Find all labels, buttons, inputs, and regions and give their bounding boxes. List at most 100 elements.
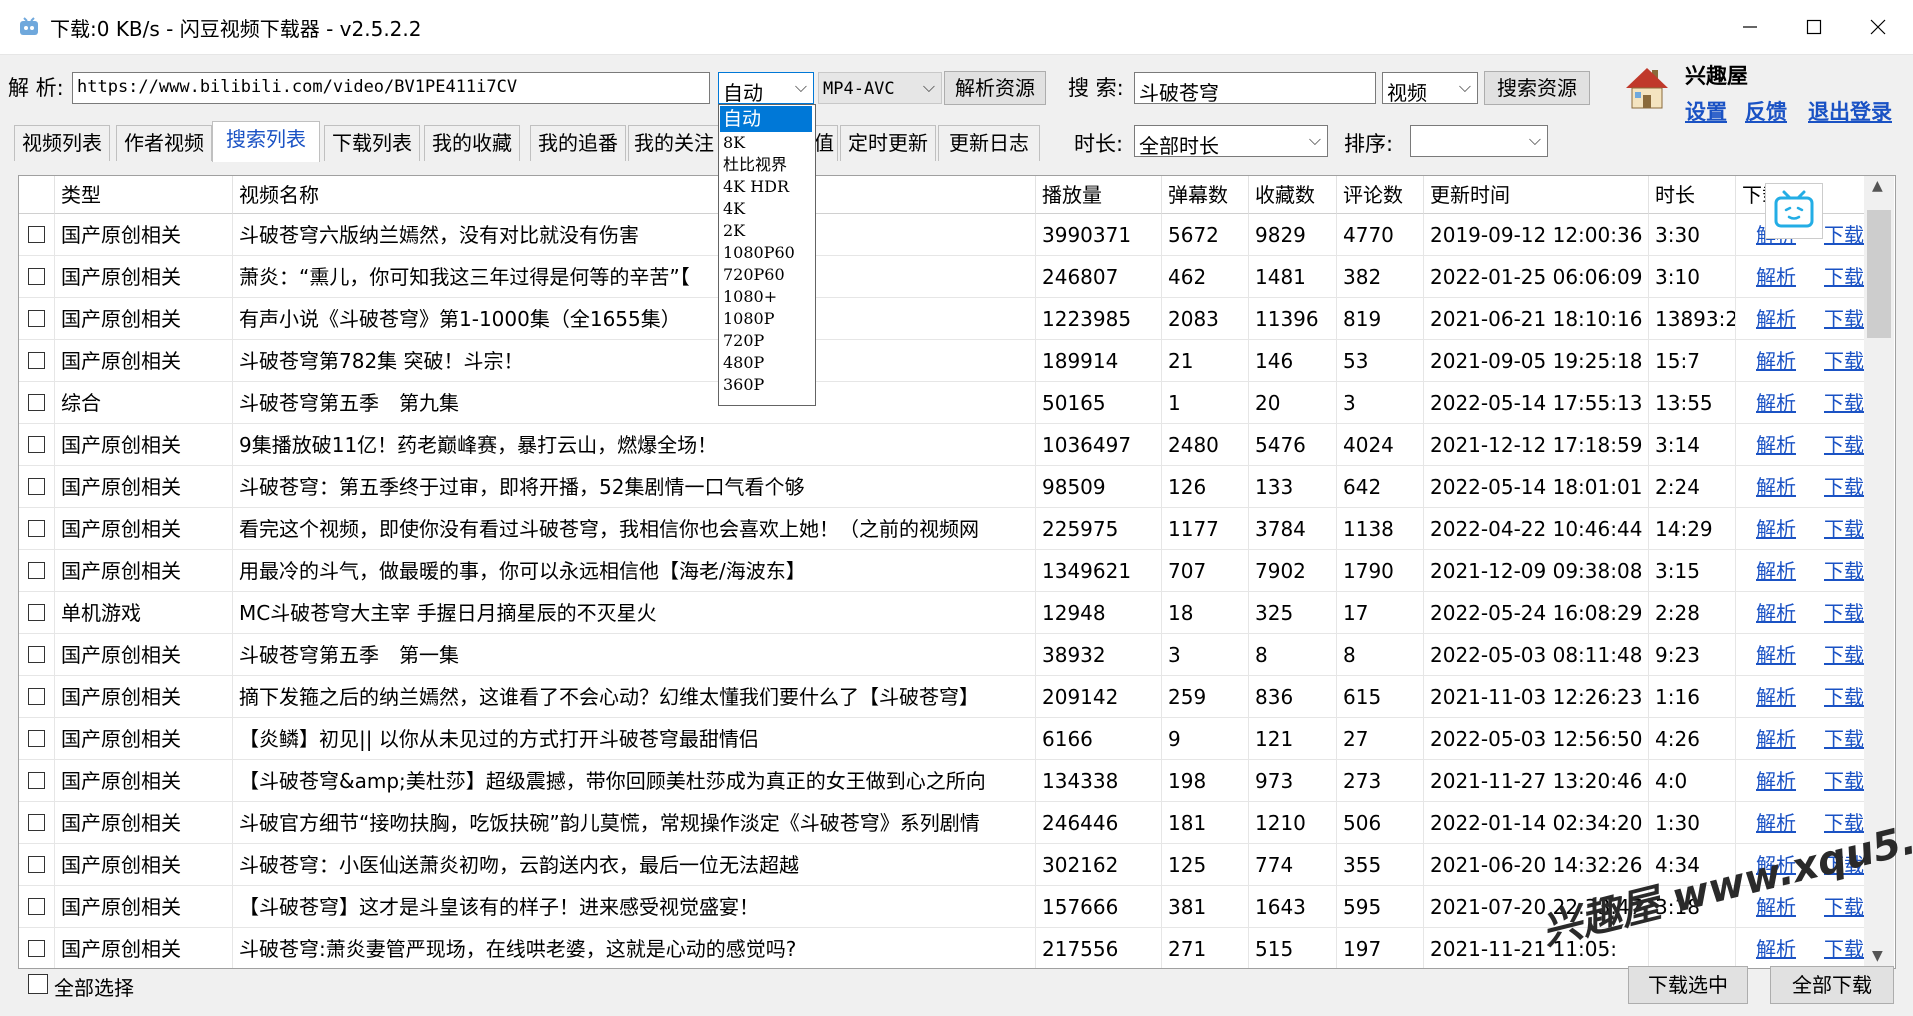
parse-link[interactable]: 解析 bbox=[1756, 508, 1796, 549]
table-row[interactable]: 国产原创相关 有声小说《斗破苍穹》第1-1000集（全1655集） 1223985 2… bbox=[19, 298, 1865, 340]
download-link[interactable]: 下载 bbox=[1824, 928, 1864, 968]
table-row[interactable]: 国产原创相关 斗破苍穹：第五季终于过审，即将开播，52集剧情一口气看个够 98509… bbox=[19, 466, 1865, 508]
table-row[interactable]: 国产原创相关 斗破苍穹：小医仙送萧炎初吻，云韵送内衣，最后一位无法超越 302162… bbox=[19, 844, 1865, 886]
row-checkbox[interactable] bbox=[28, 646, 45, 663]
tab-2[interactable]: 搜索列表 bbox=[212, 121, 320, 162]
scroll-down-icon[interactable]: ▼ bbox=[1872, 948, 1883, 964]
row-checkbox[interactable] bbox=[28, 226, 45, 243]
row-checkbox[interactable] bbox=[28, 940, 45, 957]
download-link[interactable]: 下载 bbox=[1824, 424, 1864, 465]
parse-link[interactable]: 解析 bbox=[1756, 256, 1796, 297]
download-link[interactable]: 下载 bbox=[1824, 592, 1864, 633]
tab-0[interactable]: 视频列表 bbox=[14, 125, 110, 161]
download-selected-button[interactable]: 下载选中 bbox=[1628, 966, 1748, 1004]
row-checkbox[interactable] bbox=[28, 856, 45, 873]
table-row[interactable]: 国产原创相关 斗破苍穹六版纳兰嫣然，没有对比就没有伤害 3990371 5672 982… bbox=[19, 214, 1865, 256]
quality-option[interactable]: 杜比视界 bbox=[720, 154, 812, 176]
parse-link[interactable]: 解析 bbox=[1756, 592, 1796, 633]
format-select[interactable]: MP4-AVC ⌵ bbox=[818, 72, 942, 104]
maximize-button[interactable] bbox=[1782, 0, 1846, 54]
download-link[interactable]: 下载 bbox=[1824, 466, 1864, 507]
download-link[interactable]: 下载 bbox=[1824, 718, 1864, 759]
quality-option[interactable]: 4K HDR bbox=[720, 176, 812, 198]
tab-6[interactable]: 我的关注 bbox=[628, 125, 720, 161]
download-link[interactable]: 下载 bbox=[1824, 214, 1864, 255]
parse-link[interactable]: 解析 bbox=[1756, 340, 1796, 381]
duration-select[interactable]: 全部时长 ⌵ bbox=[1134, 125, 1328, 158]
row-checkbox[interactable] bbox=[28, 604, 45, 621]
row-checkbox[interactable] bbox=[28, 688, 45, 705]
quality-option[interactable]: 720P60 bbox=[720, 264, 812, 286]
quality-option[interactable]: 1080+ bbox=[720, 286, 812, 308]
row-checkbox[interactable] bbox=[28, 310, 45, 327]
table-row[interactable]: 国产原创相关 斗破苍穹第782集 突破！斗宗！ 189914 21 146 53 2021-… bbox=[19, 340, 1865, 382]
parse-link[interactable]: 解析 bbox=[1756, 298, 1796, 339]
row-checkbox[interactable] bbox=[28, 520, 45, 537]
parse-link[interactable]: 解析 bbox=[1756, 718, 1796, 759]
quality-option[interactable]: 4K bbox=[720, 198, 812, 220]
search-type-select[interactable]: 视频 ⌵ bbox=[1382, 72, 1478, 105]
table-row[interactable]: 国产原创相关 萧炎：“熏儿，你可知我这三年过得是何等的辛苦”【 246807 462 1… bbox=[19, 256, 1865, 298]
row-checkbox[interactable] bbox=[28, 898, 45, 915]
row-checkbox[interactable] bbox=[28, 772, 45, 789]
row-checkbox[interactable] bbox=[28, 436, 45, 453]
column-header-5[interactable]: 评论数 bbox=[1337, 176, 1424, 214]
parse-link[interactable]: 解析 bbox=[1756, 760, 1796, 801]
url-input[interactable]: https://www.bilibili.com/video/BV1PE411i… bbox=[72, 72, 710, 104]
logout-link[interactable]: 退出登录 bbox=[1808, 96, 1892, 126]
download-link[interactable]: 下载 bbox=[1824, 676, 1864, 717]
table-row[interactable]: 国产原创相关 【斗破苍穹&amp;美杜莎】超级震撼，带你回顾美杜莎成为真正的女王做… bbox=[19, 760, 1865, 802]
quality-option[interactable]: 1080P bbox=[720, 308, 812, 330]
tv-icon[interactable] bbox=[1765, 183, 1823, 239]
tab-8[interactable]: 定时更新 bbox=[840, 125, 936, 161]
quality-option[interactable]: 720P bbox=[720, 330, 812, 352]
column-header-0[interactable]: 类型 bbox=[55, 176, 233, 214]
tab-3[interactable]: 下载列表 bbox=[324, 125, 420, 161]
column-header-2[interactable]: 播放量 bbox=[1036, 176, 1162, 214]
download-link[interactable]: 下载 bbox=[1824, 508, 1864, 549]
download-link[interactable]: 下载 bbox=[1824, 256, 1864, 297]
sort-select[interactable]: ⌵ bbox=[1410, 125, 1548, 157]
parse-link[interactable]: 解析 bbox=[1756, 550, 1796, 591]
parse-link[interactable]: 解析 bbox=[1756, 424, 1796, 465]
scrollbar-thumb[interactable] bbox=[1867, 210, 1891, 338]
download-link[interactable]: 下载 bbox=[1824, 886, 1864, 927]
column-header-6[interactable]: 更新时间 bbox=[1424, 176, 1649, 214]
feedback-link[interactable]: 反馈 bbox=[1745, 96, 1787, 126]
column-header-1[interactable]: 视频名称 bbox=[233, 176, 1036, 214]
tab-4[interactable]: 我的收藏 bbox=[424, 125, 520, 161]
download-link[interactable]: 下载 bbox=[1824, 760, 1864, 801]
search-input[interactable]: 斗破苍穹 bbox=[1134, 72, 1376, 105]
row-checkbox[interactable] bbox=[28, 478, 45, 495]
row-checkbox[interactable] bbox=[28, 562, 45, 579]
table-row[interactable]: 国产原创相关 用最冷的斗气，做最暖的事，你可以永远相信他【海老/海波东】 13496… bbox=[19, 550, 1865, 592]
table-row[interactable]: 国产原创相关 【炎鳞】初见|| 以你从未见过的方式打开斗破苍穹最甜情侣 6166 9 1… bbox=[19, 718, 1865, 760]
quality-option[interactable]: 8K bbox=[720, 132, 812, 154]
tab-9[interactable]: 更新日志 bbox=[938, 125, 1040, 161]
select-all-checkbox[interactable] bbox=[28, 974, 48, 994]
tab-1[interactable]: 作者视频 bbox=[116, 125, 212, 161]
row-checkbox[interactable] bbox=[28, 394, 45, 411]
parse-link[interactable]: 解析 bbox=[1756, 676, 1796, 717]
row-checkbox[interactable] bbox=[28, 352, 45, 369]
table-row[interactable]: 国产原创相关 看完这个视频，即使你没有看过斗破苍穹，我相信你也会喜欢上她！（之前的… bbox=[19, 508, 1865, 550]
table-row[interactable]: 国产原创相关 斗破苍穹第五季 第一集 38932 3 8 8 2022-05-03 08:1… bbox=[19, 634, 1865, 676]
quality-option[interactable]: 自动 bbox=[720, 106, 812, 132]
quality-option[interactable]: 1080P60 bbox=[720, 242, 812, 264]
column-header-3[interactable]: 弹幕数 bbox=[1162, 176, 1249, 214]
table-row[interactable]: 单机游戏 MC斗破苍穹大主宰 手握日月摘星辰的不灭星火 12948 18 325 17 20… bbox=[19, 592, 1865, 634]
settings-link[interactable]: 设置 bbox=[1685, 96, 1727, 126]
close-button[interactable] bbox=[1846, 0, 1910, 54]
minimize-button[interactable] bbox=[1718, 0, 1782, 54]
parse-link[interactable]: 解析 bbox=[1756, 466, 1796, 507]
column-header-7[interactable]: 时长 bbox=[1649, 176, 1736, 214]
table-row[interactable]: 国产原创相关 斗破官方细节“接吻扶胸，吃饭扶碗”韵儿莫慌，常规操作淡定《斗破苍穹》… bbox=[19, 802, 1865, 844]
download-link[interactable]: 下载 bbox=[1824, 340, 1864, 381]
quality-option[interactable]: 360P bbox=[720, 374, 812, 396]
row-checkbox[interactable] bbox=[28, 268, 45, 285]
table-row[interactable]: 国产原创相关 摘下发箍之后的纳兰嫣然，这谁看了不会心动？幻维太懂我们要什么了【斗破… bbox=[19, 676, 1865, 718]
download-all-button[interactable]: 全部下载 bbox=[1770, 966, 1894, 1004]
download-link[interactable]: 下载 bbox=[1824, 550, 1864, 591]
tab-5[interactable]: 我的追番 bbox=[530, 125, 626, 161]
quality-option[interactable]: 480P bbox=[720, 352, 812, 374]
